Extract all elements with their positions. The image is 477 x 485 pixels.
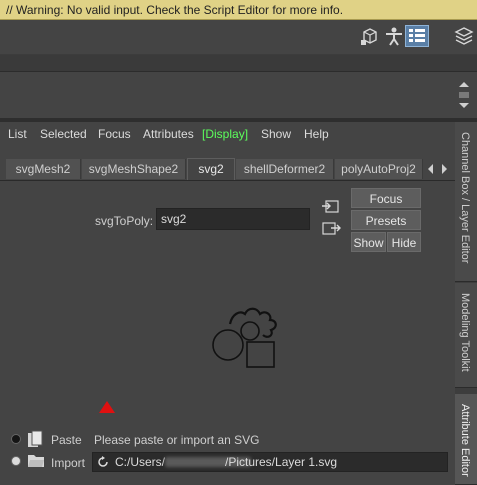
side-tab-panel: Channel Box / Layer Editor Modeling Tool… <box>455 122 477 485</box>
tab-svgmeshshape2[interactable]: svgMeshShape2 <box>82 159 186 179</box>
separator-bar <box>0 54 477 72</box>
folder-icon <box>28 455 44 467</box>
menu-help[interactable]: Help <box>304 124 329 144</box>
menu-show[interactable]: Show <box>261 124 291 144</box>
tab-svgmesh2[interactable]: svgMesh2 <box>6 159 81 179</box>
focus-button[interactable]: Focus <box>351 188 421 208</box>
bracket-right: ] <box>244 127 249 141</box>
cube-icon[interactable] <box>360 26 380 46</box>
import-label: Import <box>51 456 86 470</box>
import-radio[interactable] <box>11 456 21 466</box>
hide-button[interactable]: Hide <box>387 232 421 252</box>
tab-polyautoproj2[interactable]: polyAutoProj2 <box>335 159 423 179</box>
menu-attributes[interactable]: Attributes <box>143 124 194 144</box>
paste-radio[interactable] <box>11 434 21 444</box>
tab-scroll-arrows[interactable] <box>426 163 450 175</box>
node-tabs: svgMesh2 svgMeshShape2 svg2 shellDeforme… <box>0 158 455 181</box>
side-tab-attribute-editor-label: Attribute Editor <box>459 404 471 477</box>
upper-scroller[interactable] <box>456 76 472 114</box>
paste-label: Paste <box>51 433 82 447</box>
svgtopoly-label: svgToPoly: <box>95 214 154 228</box>
side-tab-modeling-toolkit[interactable]: Modeling Toolkit <box>455 283 477 388</box>
layers-icon[interactable] <box>454 26 474 46</box>
tab-svg2[interactable]: svg2 <box>187 158 235 180</box>
show-button[interactable]: Show <box>351 232 386 252</box>
clipboard-icon <box>28 430 43 447</box>
menu-selected[interactable]: Selected <box>40 124 87 144</box>
menu-display: Display <box>205 127 245 141</box>
path-suffix: /Pictures/Layer 1.svg <box>225 455 338 469</box>
paste-hint: Please paste or import an SVG <box>94 433 260 447</box>
warning-message: // Warning: No valid input. Check the Sc… <box>0 0 477 20</box>
side-tab-channel-box-label: Channel Box / Layer Editor <box>459 132 471 264</box>
side-tab-modeling-toolkit-label: Modeling Toolkit <box>459 293 471 372</box>
side-tab-attribute-editor[interactable]: Attribute Editor <box>455 394 477 485</box>
svg-preview-icon <box>212 307 277 368</box>
list-panel-button[interactable] <box>405 25 429 47</box>
warning-marker-icon <box>99 401 115 413</box>
side-tab-channel-box[interactable]: Channel Box / Layer Editor <box>455 122 477 282</box>
menu-focus[interactable]: Focus <box>98 124 131 144</box>
menu-bar: List Selected Focus Attributes [Display]… <box>0 124 455 144</box>
svgtopoly-field[interactable]: svg2 <box>156 208 310 230</box>
figure-icon[interactable] <box>384 26 404 46</box>
input-connection-icon[interactable] <box>321 199 341 215</box>
import-path-field[interactable]: C:/Users/ /Pictures/Layer 1.svg <box>92 452 448 472</box>
list-panel-icon <box>409 29 425 42</box>
refresh-icon[interactable] <box>97 456 109 468</box>
presets-button[interactable]: Presets <box>351 210 421 230</box>
tab-shelldeformer2[interactable]: shellDeformer2 <box>236 159 334 179</box>
path-prefix: C:/Users/ <box>115 455 166 469</box>
output-connection-icon[interactable] <box>321 221 341 237</box>
upper-panel <box>0 72 477 118</box>
menu-display-wrapper[interactable]: [Display] <box>202 124 248 144</box>
menu-list[interactable]: List <box>8 124 27 144</box>
